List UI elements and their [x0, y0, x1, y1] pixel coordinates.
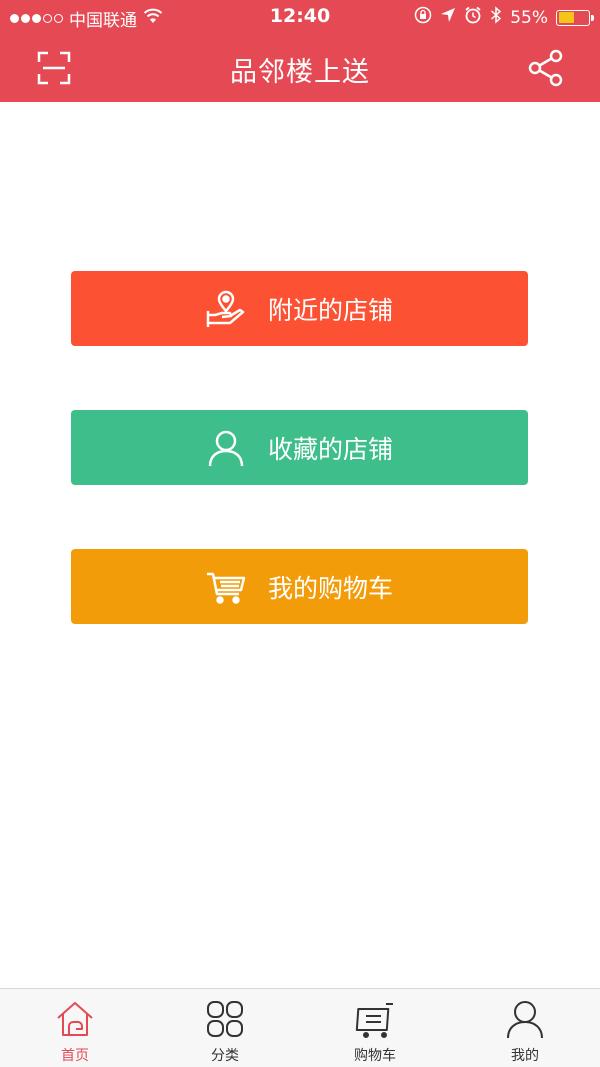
- tab-cart[interactable]: 购物车: [300, 989, 450, 1067]
- favorite-stores-button[interactable]: 收藏的店铺: [71, 410, 528, 485]
- alarm-icon: [464, 6, 482, 29]
- battery-icon: [556, 9, 594, 26]
- tab-mine-label: 我的: [511, 1048, 539, 1064]
- my-cart-label: 我的购物车: [267, 573, 393, 603]
- user-icon: [507, 1001, 543, 1039]
- location-arrow-icon: [440, 7, 456, 28]
- tab-home-label: 首页: [61, 1048, 89, 1064]
- category-grid-icon: [207, 1001, 243, 1037]
- nearby-stores-label: 附近的店铺: [267, 295, 393, 325]
- tab-cart-label: 购物车: [354, 1048, 396, 1064]
- bluetooth-icon: [490, 6, 502, 29]
- home-icon: [57, 1002, 93, 1036]
- my-cart-button[interactable]: 我的购物车: [71, 549, 528, 624]
- user-icon: [206, 428, 246, 468]
- cart-icon: [206, 567, 246, 607]
- nav-bar: 品邻楼上送: [0, 34, 600, 102]
- orientation-lock-icon: [414, 6, 432, 29]
- share-button[interactable]: [526, 48, 566, 88]
- nearby-stores-button[interactable]: 附近的店铺: [71, 271, 528, 346]
- tab-home[interactable]: 首页: [0, 989, 150, 1067]
- cart-icon: [355, 1003, 393, 1038]
- battery-percent: 55%: [510, 7, 548, 28]
- tab-category-label: 分类: [211, 1048, 239, 1064]
- tab-mine[interactable]: 我的: [450, 989, 600, 1067]
- status-bar: 中国联通 12:40 55%: [0, 0, 600, 34]
- tab-category[interactable]: 分类: [150, 989, 300, 1067]
- tab-bar: 首页 分类 购物车 我的: [0, 988, 600, 1067]
- location-hand-icon: [206, 289, 246, 329]
- page-title: 品邻楼上送: [230, 57, 370, 88]
- favorite-stores-label: 收藏的店铺: [267, 434, 393, 464]
- status-right: 55%: [414, 6, 594, 29]
- share-icon: [528, 49, 563, 87]
- header: 中国联通 12:40 55% 品邻楼上送: [0, 0, 600, 102]
